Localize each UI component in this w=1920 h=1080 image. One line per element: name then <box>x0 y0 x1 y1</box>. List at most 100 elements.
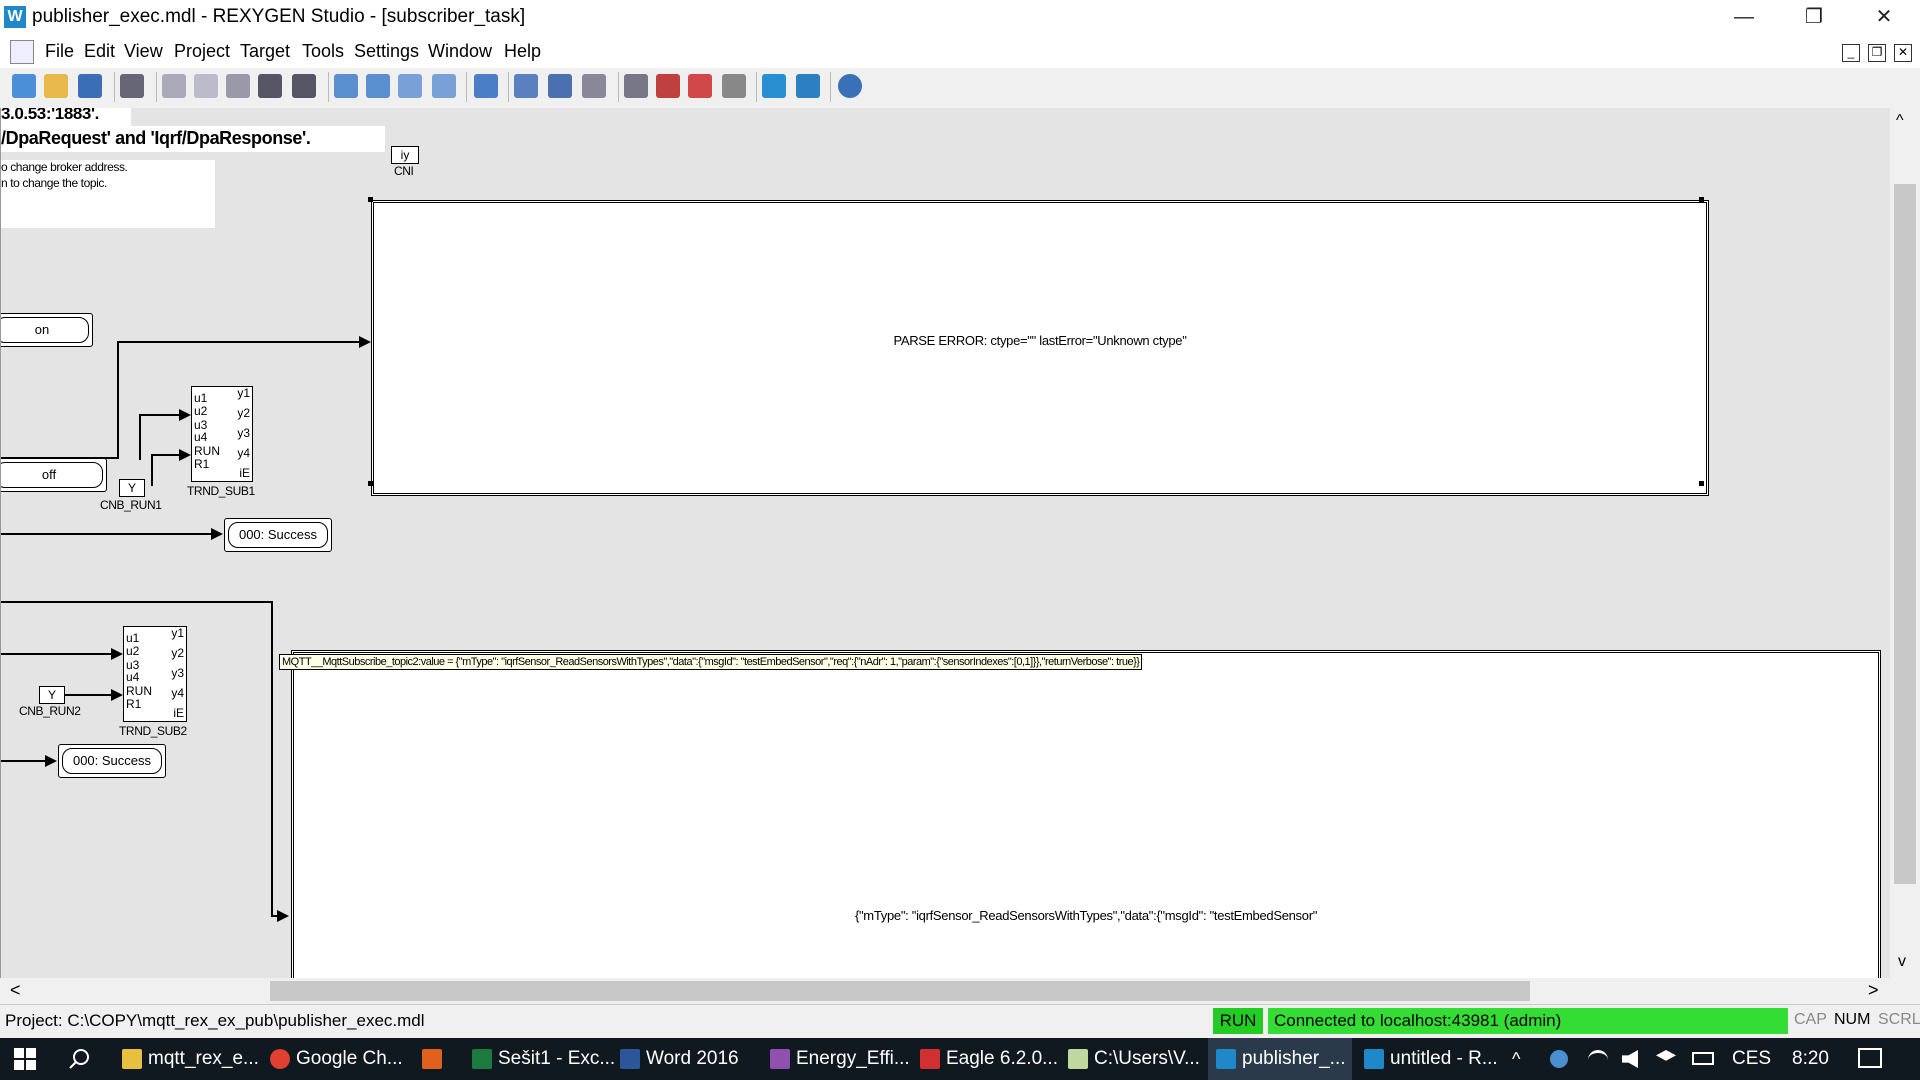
search-button[interactable] <box>68 1048 90 1070</box>
scroll-left-arrow[interactable]: < <box>10 980 21 1001</box>
taskbar-item-label: Eagle 6.2.0... <box>946 1048 1058 1069</box>
restore-button[interactable]: ❐ <box>1782 0 1846 34</box>
search-icon <box>69 1049 89 1069</box>
copy-icon[interactable] <box>194 74 218 98</box>
watch-icon[interactable] <box>762 74 786 98</box>
vertical-scrollbar[interactable]: ^ v <box>1890 108 1920 978</box>
dropbox-icon[interactable] <box>1656 1050 1676 1061</box>
info-icon[interactable] <box>838 74 862 98</box>
taskbar-item[interactable]: Eagle 6.2.0... <box>920 1038 1058 1080</box>
taskbar-item[interactable]: Word 2016 <box>620 1038 739 1080</box>
compile-icon[interactable] <box>514 74 538 98</box>
zoom-in-icon[interactable] <box>334 74 358 98</box>
upload-icon[interactable] <box>582 74 606 98</box>
zoom-out-icon[interactable] <box>366 74 390 98</box>
minimize-button[interactable]: — <box>1712 0 1776 34</box>
wire <box>271 601 273 917</box>
value-tooltip: MQTT__MqttSubscribe_topic2:value = {"mTy… <box>279 654 1143 670</box>
paste-icon[interactable] <box>226 74 250 98</box>
scroll-right-arrow[interactable]: > <box>1868 980 1879 1001</box>
menu-settings[interactable]: Settings <box>354 41 419 62</box>
diagram-canvas[interactable]: 3.0.53:'1883'. /DpaRequest' and 'Iqrf/Dp… <box>0 108 1891 978</box>
taskbar-item[interactable]: Sešit1 - Exc... <box>472 1038 615 1080</box>
cnb-run1-block[interactable]: Y <box>119 479 145 497</box>
print-icon[interactable] <box>120 74 144 98</box>
matlab-icon <box>422 1048 442 1069</box>
clock[interactable]: 8:20 <box>1792 1038 1829 1080</box>
taskbar-item[interactable] <box>422 1038 448 1080</box>
redo-icon[interactable] <box>292 74 316 98</box>
taskbar-item[interactable]: mqtt_rex_e... <box>122 1038 259 1080</box>
close-button[interactable]: ✕ <box>1852 0 1916 34</box>
taskbar-item-active[interactable]: publisher_... <box>1208 1038 1352 1080</box>
note-line1: 3.0.53:'1883'. <box>1 108 99 123</box>
open-icon[interactable] <box>44 74 68 98</box>
taskbar-item[interactable]: untitled - R... <box>1364 1038 1498 1080</box>
selection-handle[interactable] <box>368 197 373 202</box>
scroll-down-arrow[interactable]: v <box>1898 953 1906 971</box>
zoom-all-icon[interactable] <box>432 74 456 98</box>
taskbar-item[interactable]: Google Ch... <box>270 1038 403 1080</box>
constant-off-block[interactable]: off <box>1 458 107 492</box>
notifications-icon[interactable] <box>1858 1048 1882 1068</box>
new-icon[interactable] <box>12 74 36 98</box>
scroll-up-arrow[interactable]: ^ <box>1896 112 1904 130</box>
wifi-icon[interactable] <box>1588 1050 1608 1068</box>
undo-icon[interactable] <box>258 74 282 98</box>
refresh-icon[interactable] <box>688 74 712 98</box>
menu-project[interactable]: Project <box>174 41 230 62</box>
menu-view[interactable]: View <box>124 41 163 62</box>
cnb-run2-block[interactable]: Y <box>39 686 65 704</box>
menu-target[interactable]: Target <box>240 41 290 62</box>
trnd-sub2-block[interactable]: u1 u2 u3 u4 RUN R1 y1 y2 y3 y4 iE <box>123 626 187 722</box>
horizontal-scroll-thumb[interactable] <box>270 981 1530 1001</box>
status2-display-block[interactable]: 000: Success <box>58 744 166 778</box>
start-button[interactable] <box>14 1048 36 1070</box>
selection-handle[interactable] <box>368 481 373 486</box>
document-menu-icon[interactable] <box>10 40 34 64</box>
mdi-restore-button[interactable]: ❐ <box>1868 44 1886 62</box>
download-icon[interactable] <box>548 74 572 98</box>
menu-help[interactable]: Help <box>504 41 541 62</box>
taskbar-item[interactable]: C:\Users\V... <box>1068 1038 1200 1080</box>
network-globe-icon[interactable] <box>1550 1050 1568 1068</box>
show-hidden-icons-button[interactable]: ^ <box>1512 1038 1520 1080</box>
selection-handle[interactable] <box>1699 481 1704 486</box>
cut-icon[interactable] <box>162 74 186 98</box>
trend-icon[interactable] <box>796 74 820 98</box>
mdi-close-button[interactable]: ✕ <box>1894 44 1912 62</box>
port-ie: iE <box>239 466 250 480</box>
horizontal-scrollbar[interactable]: < > <box>0 978 1890 1004</box>
note-line4: n to change the topic. <box>1 176 107 190</box>
language-indicator[interactable]: CES <box>1732 1038 1771 1080</box>
mdi-minimize-button[interactable]: _ <box>1842 44 1860 62</box>
menu-window[interactable]: Window <box>428 41 492 62</box>
port-y4: y4 <box>171 686 184 700</box>
zoom-fit-icon[interactable] <box>398 74 422 98</box>
menu-edit[interactable]: Edit <box>84 41 115 62</box>
taskbar-item[interactable]: Energy_Effi... <box>770 1038 910 1080</box>
disconnect-icon[interactable] <box>656 74 680 98</box>
wire <box>1 601 273 603</box>
menu-file[interactable]: File <box>45 41 74 62</box>
connect-icon[interactable] <box>624 74 648 98</box>
selection-handle[interactable] <box>1699 197 1704 202</box>
constant-on-block[interactable]: on <box>1 313 93 347</box>
display-block-parse-error[interactable]: PARSE ERROR: ctype="" lastError="Unknown… <box>371 200 1709 496</box>
port-u4: u4 <box>194 430 208 444</box>
display-block-subscribe[interactable]: {"mType": "iqrfSensor_ReadSensorsWithTyp… <box>291 650 1881 978</box>
battery-icon[interactable] <box>1692 1052 1714 1065</box>
status1-display-block[interactable]: 000: Success <box>224 518 332 552</box>
save-icon[interactable] <box>78 74 102 98</box>
wire <box>151 454 153 486</box>
cnb-run2-label: CNB_RUN2 <box>19 704 81 718</box>
vertical-scroll-thumb[interactable] <box>1894 184 1916 884</box>
list-icon[interactable] <box>722 74 746 98</box>
menu-tools[interactable]: Tools <box>302 41 344 62</box>
cni-block[interactable]: iy <box>391 146 419 164</box>
rexygen-icon <box>1364 1048 1384 1069</box>
trnd-sub1-block[interactable]: u1 u2 u3 u4 RUN R1 y1 y2 y3 y4 iE <box>191 386 253 482</box>
taskbar-item-label: Sešit1 - Exc... <box>498 1048 616 1069</box>
volume-icon[interactable] <box>1622 1050 1638 1068</box>
build-icon[interactable] <box>474 74 498 98</box>
